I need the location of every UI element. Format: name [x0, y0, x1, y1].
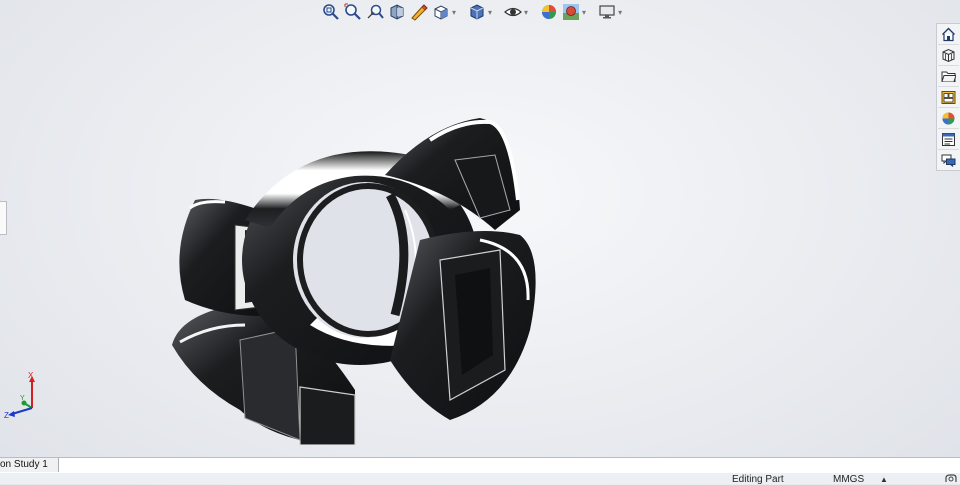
folder-icon — [941, 71, 956, 82]
units-selector[interactable]: MMGS — [833, 474, 864, 485]
task-pane-view-palette-tab[interactable] — [938, 87, 959, 108]
task-pane-design-library-tab[interactable] — [938, 45, 959, 66]
zoom-to-area-button[interactable] — [344, 2, 362, 22]
parts-library-icon — [942, 48, 955, 62]
display-style-button[interactable]: ▾ — [468, 2, 492, 22]
zoom-to-area-icon — [344, 3, 361, 20]
task-pane-forum-tab[interactable] — [938, 150, 959, 170]
status-bar: Editing Part MMGS ▲ — [0, 473, 960, 485]
heads-up-view-toolbar: ▾ ▾ ▾ ▾ ▾ — [322, 0, 622, 24]
dynamic-annotation-icon — [411, 4, 428, 21]
feature-manager-collapse-tab[interactable] — [0, 201, 7, 235]
section-view-button[interactable] — [388, 2, 406, 22]
axis-x-label: X — [28, 371, 34, 380]
status-editing-mode: Editing Part — [732, 474, 784, 485]
view-orientation-icon — [434, 5, 448, 20]
edit-appearance-icon — [542, 5, 557, 19]
zoom-to-fit-icon — [323, 4, 339, 20]
tab-motion-study[interactable]: on Study 1 — [0, 458, 59, 472]
display-style-icon — [470, 4, 484, 20]
custom-properties-icon — [942, 132, 955, 146]
axis-z-line — [11, 407, 33, 415]
task-pane-home-tab[interactable] — [938, 24, 959, 45]
document-tab-bar: on Study 1 — [0, 457, 960, 474]
previous-view-icon — [367, 4, 384, 19]
eye-icon — [504, 7, 522, 17]
chevron-down-icon: ▾ — [488, 7, 493, 17]
section-view-icon — [390, 4, 404, 20]
chevron-down-icon: ▾ — [524, 7, 529, 17]
customize-status-icon[interactable] — [944, 473, 958, 484]
home-icon — [942, 27, 955, 41]
axis-z-label: Z — [4, 411, 9, 420]
view-settings-button[interactable]: ▾ — [598, 2, 622, 22]
tab-motion-study-label: on Study 1 — [0, 459, 48, 470]
monitor-icon — [599, 5, 615, 19]
chevron-up-icon[interactable]: ▲ — [880, 475, 888, 484]
task-pane-file-explorer-tab[interactable] — [938, 66, 959, 87]
task-pane-appearances-tab[interactable] — [938, 108, 959, 129]
apply-scene-button[interactable]: ▾ — [562, 2, 586, 22]
zoom-to-fit-button[interactable] — [322, 2, 340, 22]
appearances-icon — [942, 112, 955, 124]
part-model-viewport[interactable] — [150, 100, 570, 445]
chevron-down-icon: ▾ — [452, 7, 457, 17]
reference-triad: X Y Z — [4, 371, 35, 420]
view-orientation-button[interactable]: ▾ — [432, 2, 456, 22]
axis-y-label: Y — [20, 395, 25, 402]
hide-show-items-button[interactable]: ▾ — [504, 2, 528, 22]
previous-view-button[interactable] — [366, 2, 384, 22]
chevron-down-icon: ▾ — [618, 7, 623, 17]
forum-icon — [941, 154, 956, 167]
dynamic-annotation-views-button[interactable] — [410, 2, 428, 22]
view-palette-icon — [941, 90, 956, 104]
task-pane-custom-properties-tab[interactable] — [938, 129, 959, 150]
task-pane — [936, 23, 960, 171]
edit-appearance-button[interactable] — [540, 2, 558, 22]
apply-scene-icon — [563, 4, 580, 20]
chevron-down-icon: ▾ — [582, 7, 587, 17]
